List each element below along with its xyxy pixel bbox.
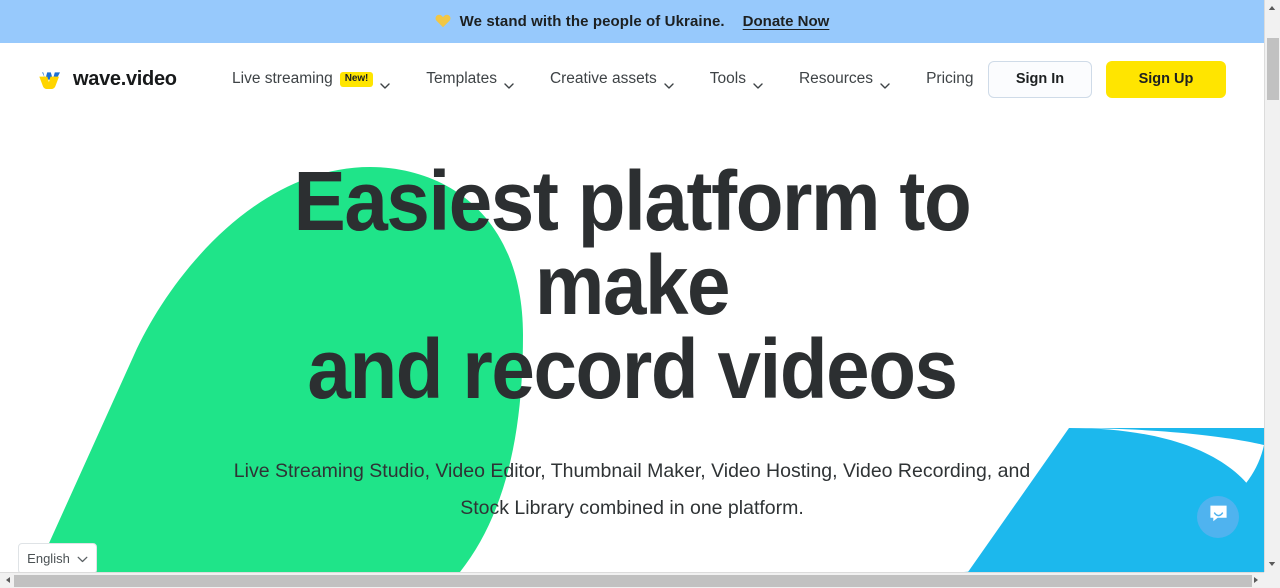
chevron-down-icon — [880, 76, 890, 89]
new-badge: New! — [339, 71, 374, 87]
hero-subtitle: Live Streaming Studio, Video Editor, Thu… — [233, 460, 1031, 519]
chat-launcher-button[interactable] — [1197, 496, 1239, 538]
nav-label: Resources — [798, 70, 874, 87]
brand-wordmark: wave.video — [73, 67, 177, 90]
donate-now-link[interactable]: Donate Now — [743, 13, 830, 30]
nav-label: Creative assets — [549, 70, 657, 87]
language-selector-label: English — [27, 551, 70, 566]
headline-line-3: and record videos — [307, 322, 958, 416]
vertical-scrollbar[interactable] — [1264, 0, 1280, 572]
nav-label: Pricing — [926, 70, 974, 87]
nav-label: Templates — [426, 70, 497, 87]
banner-message: We stand with the people of Ukraine. — [459, 13, 725, 30]
horizontal-scrollbar-thumb[interactable] — [14, 575, 1252, 587]
scroll-right-arrow-icon[interactable] — [1248, 572, 1264, 588]
browser-viewport: We stand with the people of Ukraine. Don… — [0, 0, 1280, 588]
hero-section: Easiest platform to make and record vide… — [0, 115, 1264, 572]
auth-actions: Sign In Sign Up — [988, 60, 1226, 98]
primary-navigation: Live streaming New! Templates Creative a… — [232, 70, 973, 89]
vertical-scrollbar-thumb[interactable] — [1267, 38, 1279, 100]
headline-line-1: Easiest platform to — [293, 154, 972, 248]
chevron-down-icon — [504, 76, 514, 89]
nav-label: Live streaming — [232, 70, 333, 87]
nav-item-pricing[interactable]: Pricing — [926, 70, 973, 88]
scrollbar-corner — [1264, 572, 1280, 588]
hero-copy: Easiest platform to make and record vide… — [0, 115, 1264, 527]
brand-logo[interactable]: wave.video — [38, 68, 177, 91]
nav-item-creative-assets[interactable]: Creative assets — [549, 70, 692, 89]
web-page: We stand with the people of Ukraine. Don… — [0, 0, 1264, 572]
nav-item-tools[interactable]: Tools — [709, 70, 781, 89]
language-selector[interactable]: English — [18, 543, 97, 572]
chevron-down-icon — [753, 76, 763, 89]
nav-item-resources[interactable]: Resources — [798, 70, 908, 89]
wave-w-logo-icon — [38, 70, 64, 89]
scroll-left-arrow-icon[interactable] — [0, 572, 16, 588]
nav-item-templates[interactable]: Templates — [426, 70, 532, 89]
ukraine-support-banner: We stand with the people of Ukraine. Don… — [0, 0, 1264, 43]
scroll-down-arrow-icon[interactable] — [1264, 556, 1280, 572]
sign-in-button[interactable]: Sign In — [988, 60, 1092, 98]
headline-line-2: make — [534, 238, 731, 332]
chevron-down-icon — [380, 76, 390, 89]
site-header: wave.video Live streaming New! Templates — [0, 43, 1264, 115]
nav-label: Tools — [709, 70, 746, 87]
yellow-heart-icon — [435, 13, 451, 31]
chevron-down-icon — [664, 76, 674, 89]
sign-up-button[interactable]: Sign Up — [1106, 60, 1226, 98]
page-title: Easiest platform to make and record vide… — [44, 159, 1220, 411]
chevron-down-icon — [77, 550, 88, 568]
nav-item-live-streaming[interactable]: Live streaming New! — [232, 70, 408, 89]
scroll-up-arrow-icon[interactable] — [1264, 0, 1280, 16]
horizontal-scrollbar[interactable] — [0, 572, 1280, 588]
chat-bubble-smile-icon — [1208, 504, 1229, 530]
